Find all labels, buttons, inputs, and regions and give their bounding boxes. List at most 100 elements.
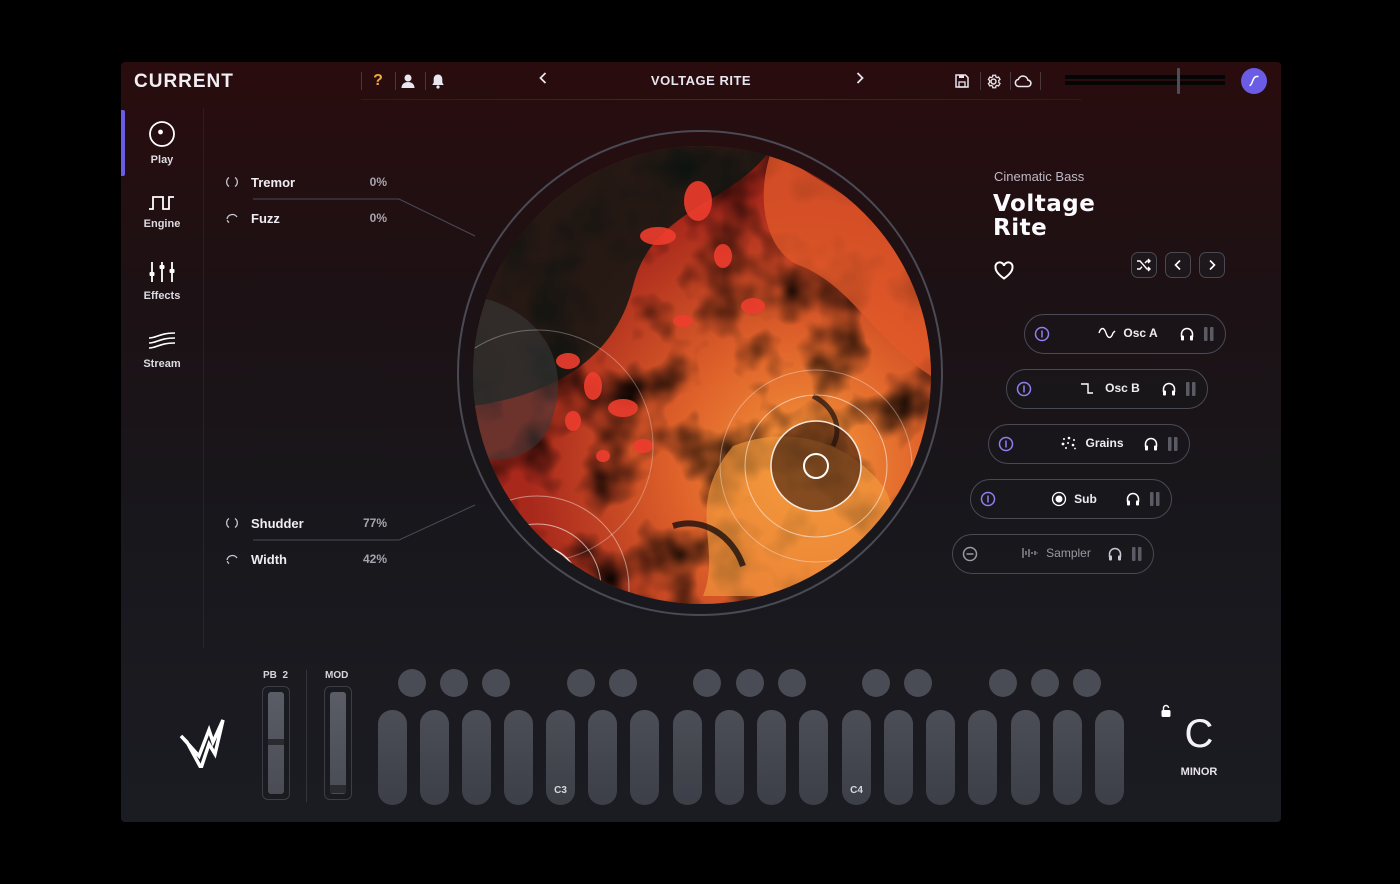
layer-name: Osc B [1105, 381, 1140, 395]
white-key[interactable] [504, 710, 533, 805]
white-key[interactable] [926, 710, 955, 805]
favorite-button[interactable] [993, 260, 1015, 282]
xy-pad[interactable] [473, 146, 931, 604]
knob-icon[interactable] [225, 516, 239, 530]
headphones-icon[interactable] [1107, 546, 1123, 562]
headphones-icon[interactable] [1179, 326, 1195, 342]
key-root[interactable]: C [1171, 712, 1227, 757]
knob-icon[interactable] [225, 211, 239, 225]
square-wave-icon [1081, 383, 1094, 394]
macro-width[interactable]: Width 42% [225, 548, 387, 570]
next-button[interactable] [1199, 252, 1225, 278]
white-key[interactable] [462, 710, 491, 805]
layer-osc-a[interactable]: Osc A [1024, 314, 1226, 354]
white-key[interactable] [673, 710, 702, 805]
layer-title: Osc A [1073, 326, 1183, 340]
black-key[interactable] [398, 669, 426, 697]
black-key[interactable] [693, 669, 721, 697]
grains-icon [1062, 436, 1077, 450]
white-key[interactable] [1011, 710, 1040, 805]
black-key[interactable] [1073, 669, 1101, 697]
macro-value: 77% [362, 516, 387, 530]
white-key[interactable]: C4 [842, 710, 871, 805]
disabled-icon[interactable] [962, 546, 978, 562]
white-key[interactable] [884, 710, 913, 805]
macro-fuzz[interactable]: Fuzz 0% [225, 207, 387, 229]
black-key[interactable] [989, 669, 1017, 697]
mod-wheel[interactable] [324, 686, 352, 800]
heart-icon [994, 261, 1014, 280]
white-key[interactable] [1095, 710, 1124, 805]
sine-wave-icon [1098, 327, 1116, 339]
headphones-icon[interactable] [1161, 381, 1177, 397]
headphones-icon[interactable] [1125, 491, 1141, 507]
black-key[interactable] [482, 669, 510, 697]
mod-thumb[interactable] [330, 785, 346, 793]
layer-name: Sub [1074, 492, 1097, 506]
white-key[interactable] [799, 710, 828, 805]
white-key[interactable] [715, 710, 744, 805]
mod-track [330, 692, 346, 794]
black-key[interactable] [440, 669, 468, 697]
black-key[interactable] [1031, 669, 1059, 697]
layer-name: Osc A [1123, 326, 1158, 340]
layer-title: Sub [1019, 491, 1129, 507]
white-key[interactable] [1053, 710, 1082, 805]
white-key[interactable] [420, 710, 449, 805]
knob-icon[interactable] [225, 552, 239, 566]
sub-icon [1052, 491, 1067, 507]
white-key[interactable] [757, 710, 786, 805]
layer-name: Sampler [1046, 546, 1091, 560]
power-icon[interactable] [980, 491, 996, 507]
black-key[interactable] [904, 669, 932, 697]
macro-value: 0% [369, 211, 387, 225]
macro-name: Width [251, 551, 287, 567]
pitch-bend-range[interactable]: 2 [282, 670, 288, 681]
black-key[interactable] [609, 669, 637, 697]
black-key[interactable] [567, 669, 595, 697]
headphones-icon[interactable] [1143, 436, 1159, 452]
pitch-bend-wheel[interactable] [262, 686, 290, 800]
macro-value: 42% [362, 552, 387, 566]
pitch-bend-thumb[interactable] [268, 739, 284, 745]
wheel-divider [306, 670, 307, 802]
white-key[interactable] [630, 710, 659, 805]
prev-button[interactable] [1165, 252, 1191, 278]
layer-grains[interactable]: Grains [988, 424, 1190, 464]
key-scale[interactable]: MINOR [1171, 766, 1227, 778]
drag-handle-icon[interactable] [1131, 546, 1143, 562]
macro-name: Fuzz [251, 210, 280, 226]
white-key[interactable] [588, 710, 617, 805]
knob-icon[interactable] [225, 175, 239, 189]
drag-handle-icon[interactable] [1203, 326, 1215, 342]
white-key[interactable] [968, 710, 997, 805]
note-label: C3 [554, 785, 567, 796]
macro-shudder[interactable]: Shudder 77% [225, 512, 387, 534]
layer-sub[interactable]: Sub [970, 479, 1172, 519]
macro-name: Tremor [251, 174, 296, 190]
drag-handle-icon[interactable] [1167, 436, 1179, 452]
shuffle-button[interactable] [1131, 252, 1157, 278]
black-key[interactable] [778, 669, 806, 697]
layer-sampler[interactable]: Sampler [952, 534, 1154, 574]
power-icon[interactable] [1034, 326, 1050, 342]
waveform-icon [1022, 548, 1038, 558]
power-icon[interactable] [1016, 381, 1032, 397]
macro-value: 0% [369, 175, 387, 189]
drag-handle-icon[interactable] [1185, 381, 1197, 397]
macro-name: Shudder [251, 515, 304, 531]
macro-tremor[interactable]: Tremor 0% [225, 171, 387, 193]
black-key[interactable] [862, 669, 890, 697]
preset-title-line: Rite [993, 215, 1048, 241]
note-label: C4 [850, 785, 863, 796]
preset-category: Cinematic Bass [994, 169, 1085, 184]
layer-osc-b[interactable]: Osc B [1006, 369, 1208, 409]
drag-handle-icon[interactable] [1149, 491, 1161, 507]
white-key[interactable] [378, 710, 407, 805]
pitch-bend-label: PB 2 [263, 670, 288, 681]
brand-mark-icon [179, 719, 225, 768]
white-key[interactable]: C3 [546, 710, 575, 805]
layer-title: Sampler [1001, 546, 1111, 560]
power-icon[interactable] [998, 436, 1014, 452]
black-key[interactable] [736, 669, 764, 697]
